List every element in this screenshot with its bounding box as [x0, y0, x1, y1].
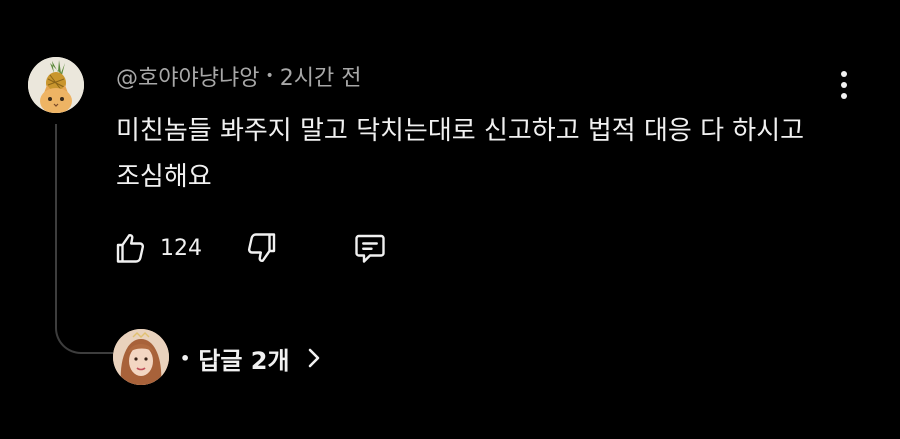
thumbs-down-icon — [247, 233, 276, 263]
more-vertical-icon — [841, 71, 847, 77]
reply-avatar-image — [113, 329, 169, 385]
view-replies-button[interactable]: • 답글 2개 — [180, 338, 324, 378]
author-handle[interactable]: @호야야냥냐앙 — [116, 60, 259, 92]
avatar[interactable] — [28, 57, 84, 113]
comment-thread: @호야야냥냐앙 • 2시간 전 미친놈들 봐주지 말고 닥치는대로 신고하고 법… — [0, 0, 900, 439]
comment-meta: @호야야냥냐앙 • 2시간 전 — [116, 60, 361, 92]
thumbs-up-icon — [116, 233, 145, 263]
thread-connector-line — [55, 124, 113, 354]
reply-button[interactable] — [348, 226, 392, 270]
dislike-button[interactable] — [240, 226, 284, 270]
more-options-button[interactable] — [828, 64, 860, 106]
comment-actions: 124 — [108, 222, 392, 274]
like-button[interactable] — [108, 226, 152, 270]
comment-timestamp: 2시간 전 — [279, 66, 362, 91]
reply-author-avatar — [113, 329, 169, 385]
replies-separator: • — [180, 348, 191, 368]
replies-count-label: 답글 2개 — [198, 346, 290, 375]
like-count: 124 — [160, 235, 202, 261]
pineapple-cat-avatar-image — [28, 57, 84, 113]
comment-body: 미친놈들 봐주지 말고 닥치는대로 신고하고 법적 대응 다 하시고 조심해요 — [116, 116, 805, 192]
chevron-right-icon — [304, 346, 324, 370]
comment-icon — [355, 234, 385, 263]
meta-separator: • — [265, 68, 274, 84]
